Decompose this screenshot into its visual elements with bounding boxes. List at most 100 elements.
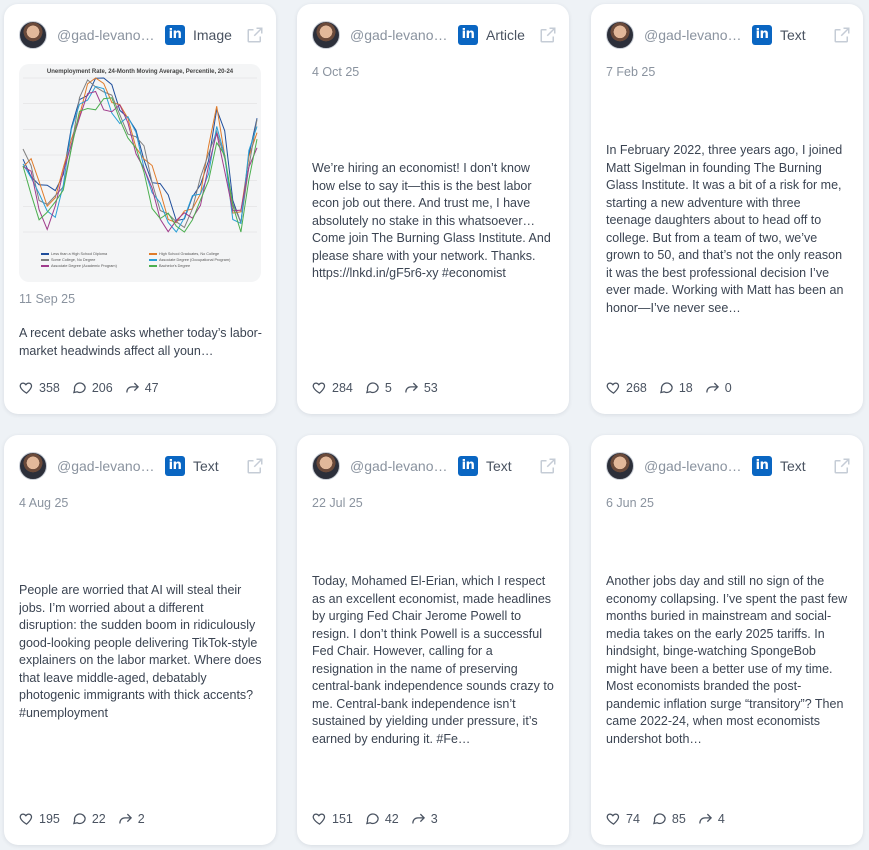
comment-icon — [72, 382, 86, 394]
avatar[interactable] — [312, 452, 340, 480]
share-icon — [699, 813, 712, 824]
external-link-icon[interactable] — [833, 457, 851, 475]
author-handle[interactable]: @gad-levanon-19a7b5b — [644, 27, 742, 43]
likes-stat[interactable]: 195 — [19, 811, 60, 826]
post-header: @gad-levanon-19a7b5b in Text — [19, 451, 264, 481]
likes-count: 74 — [626, 811, 640, 826]
post-card[interactable]: @gad-levanon-19a7b5b in Article 4 Oct 25… — [297, 4, 569, 414]
comments-count: 85 — [671, 811, 686, 826]
shares-count: 53 — [423, 380, 438, 395]
avatar[interactable] — [606, 452, 634, 480]
shares-stat[interactable]: 0 — [705, 380, 732, 395]
author-handle[interactable]: @gad-levanon-19a7b5b — [57, 27, 155, 43]
linkedin-icon: in — [458, 456, 478, 476]
author-handle[interactable]: @gad-levanon-19a7b5b — [350, 27, 448, 43]
post-date: 4 Oct 25 — [312, 65, 360, 79]
likes-count: 284 — [332, 380, 353, 395]
post-header: @gad-levanon-19a7b5b in Text — [606, 451, 851, 481]
avatar[interactable] — [19, 21, 47, 49]
legend-item: Bachelor's Degree — [149, 264, 251, 268]
post-stats: 74 85 4 — [606, 811, 737, 826]
share-icon — [706, 382, 719, 393]
shares-stat[interactable]: 47 — [125, 380, 159, 395]
linkedin-icon: in — [458, 25, 478, 45]
post-header: @gad-levanon-19a7b5b in Article — [312, 20, 557, 50]
post-date: 7 Feb 25 — [606, 65, 656, 79]
likes-stat[interactable]: 151 — [312, 811, 353, 826]
comment-icon — [652, 813, 666, 825]
linkedin-icon: in — [752, 456, 772, 476]
post-header: @gad-levanon-19a7b5b in Text — [606, 20, 851, 50]
comment-icon — [659, 382, 673, 394]
linkedin-icon: in — [165, 456, 185, 476]
likes-stat[interactable]: 268 — [606, 380, 647, 395]
heart-icon — [312, 813, 326, 825]
external-link-icon[interactable] — [246, 26, 264, 44]
post-image-chart[interactable]: Unemployment Rate, 24-Month Moving Avera… — [19, 64, 261, 282]
shares-count: 4 — [717, 811, 725, 826]
legend-item: High School Graduates, No College — [149, 252, 251, 256]
comments-stat[interactable]: 42 — [365, 811, 399, 826]
comments-stat[interactable]: 206 — [72, 380, 113, 395]
chart-plot — [22, 77, 258, 233]
post-stats: 151 42 3 — [312, 811, 450, 826]
author-handle[interactable]: @gad-levanon-19a7b5b — [644, 458, 742, 474]
comments-stat[interactable]: 85 — [652, 811, 686, 826]
post-text: We’re hiring an economist! I don’t know … — [312, 161, 551, 280]
shares-count: 0 — [724, 380, 732, 395]
post-text: Today, Mohamed El-Erian, which I respect… — [312, 574, 554, 746]
author-handle[interactable]: @gad-levanon-19a7b5b — [57, 458, 155, 474]
external-link-icon[interactable] — [246, 457, 264, 475]
linkedin-icon: in — [165, 25, 185, 45]
post-type-label: Text — [193, 458, 219, 474]
likes-count: 268 — [626, 380, 647, 395]
external-link-icon[interactable] — [539, 26, 557, 44]
legend-item: Less than a High School Diploma — [41, 252, 143, 256]
post-type-label: Image — [193, 27, 232, 43]
comment-icon — [72, 813, 86, 825]
shares-stat[interactable]: 3 — [411, 811, 438, 826]
shares-count: 2 — [137, 811, 145, 826]
comments-stat[interactable]: 22 — [72, 811, 106, 826]
post-stats: 284 5 53 — [312, 380, 450, 395]
author-handle[interactable]: @gad-levanon-19a7b5b — [350, 458, 448, 474]
comments-count: 18 — [678, 380, 693, 395]
shares-count: 47 — [144, 380, 159, 395]
shares-stat[interactable]: 4 — [698, 811, 725, 826]
post-card[interactable]: @gad-levanon-19a7b5b in Text 22 Jul 25 T… — [297, 435, 569, 845]
post-type-label: Text — [486, 458, 512, 474]
post-text: Another jobs day and still no sign of th… — [606, 574, 848, 746]
external-link-icon[interactable] — [833, 26, 851, 44]
post-stats: 358 206 47 — [19, 380, 171, 395]
comment-icon — [365, 382, 379, 394]
likes-count: 151 — [332, 811, 353, 826]
chart-legend: Less than a High School Diploma High Scho… — [41, 252, 251, 268]
comments-count: 206 — [91, 380, 113, 395]
post-card[interactable]: @gad-levanon-19a7b5b in Text 6 Jun 25 An… — [591, 435, 863, 845]
external-link-icon[interactable] — [539, 457, 557, 475]
post-text: A recent debate asks whether today’s lab… — [19, 326, 262, 358]
post-card[interactable]: @gad-levanon-19a7b5b in Image Unemployme… — [4, 4, 276, 414]
linkedin-icon: in — [752, 25, 772, 45]
post-date: 22 Jul 25 — [312, 496, 363, 510]
series-line — [22, 97, 258, 233]
legend-item: Associate Degree (Academic Program) — [41, 264, 143, 268]
shares-stat[interactable]: 2 — [118, 811, 145, 826]
post-card[interactable]: @gad-levanon-19a7b5b in Text 7 Feb 25 In… — [591, 4, 863, 414]
shares-count: 3 — [430, 811, 438, 826]
post-card[interactable]: @gad-levanon-19a7b5b in Text 4 Aug 25 Pe… — [4, 435, 276, 845]
avatar[interactable] — [312, 21, 340, 49]
avatar[interactable] — [606, 21, 634, 49]
avatar[interactable] — [19, 452, 47, 480]
shares-stat[interactable]: 53 — [404, 380, 438, 395]
comments-stat[interactable]: 5 — [365, 380, 392, 395]
post-text: In February 2022, three years ago, I joi… — [606, 143, 844, 315]
likes-stat[interactable]: 358 — [19, 380, 60, 395]
post-type-label: Article — [486, 27, 525, 43]
post-stats: 268 18 0 — [606, 380, 744, 395]
comments-stat[interactable]: 18 — [659, 380, 693, 395]
heart-icon — [606, 813, 620, 825]
likes-count: 195 — [39, 811, 60, 826]
likes-stat[interactable]: 284 — [312, 380, 353, 395]
likes-stat[interactable]: 74 — [606, 811, 640, 826]
